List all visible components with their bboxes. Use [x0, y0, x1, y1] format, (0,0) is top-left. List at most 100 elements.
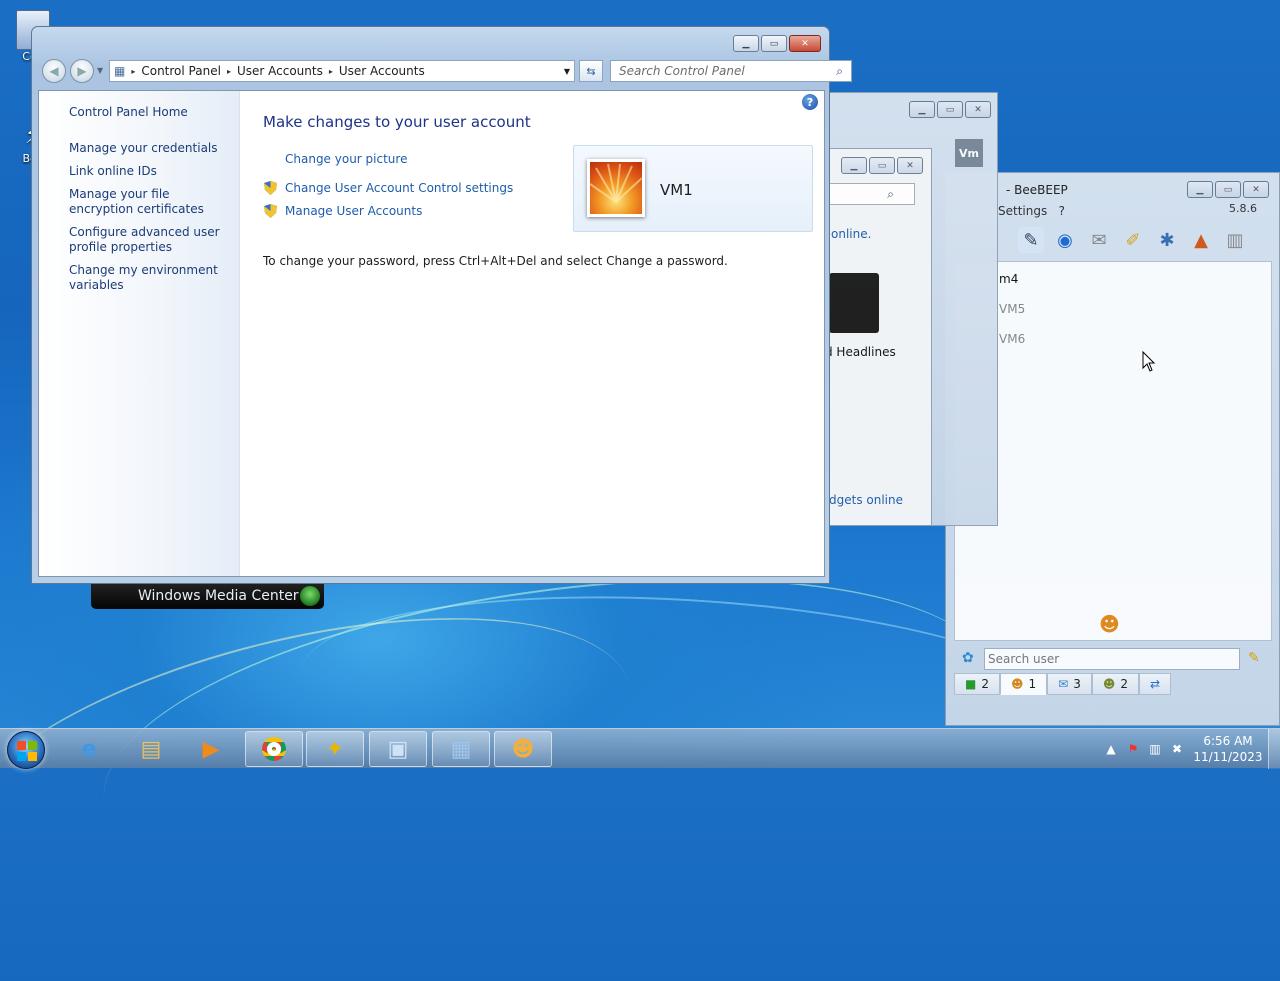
list-item[interactable]: VM6	[999, 332, 1025, 346]
minimize-button[interactable]: ▁	[909, 101, 935, 118]
network-icon[interactable]: ▥	[1144, 742, 1166, 756]
maximize-button[interactable]: ▭	[1215, 181, 1241, 198]
tab-count: 2	[981, 677, 989, 691]
refresh-button[interactable]: ⇆	[579, 60, 603, 82]
close-button[interactable]: ✕	[1243, 181, 1269, 198]
share-icon: ⇄	[1150, 677, 1161, 691]
link-online-ids-link[interactable]: Link online IDs	[69, 164, 234, 179]
groups-icon: ☻	[1102, 677, 1116, 691]
windows-logo-icon	[17, 741, 37, 761]
user-picture[interactable]	[587, 159, 645, 217]
minimize-button[interactable]: ▁	[733, 35, 759, 52]
gadgets-online-link[interactable]: dgets online	[829, 493, 903, 507]
taskbar-control-panel[interactable]: ▦	[432, 731, 490, 767]
control-panel-icon: ▦	[450, 736, 472, 762]
user-list: m4 VM5 VM6 ☻	[954, 261, 1272, 641]
clock[interactable]: 6:56 AM 11/11/2023	[1188, 733, 1268, 765]
edit-profile-icon[interactable]: ✎	[1018, 227, 1044, 253]
users-icon: ☻	[1010, 677, 1024, 691]
back-button[interactable]: ◀	[42, 59, 66, 83]
gadget-gallery-window: ▁ ▭ ✕ ⌕ online. d Headlines dgets online	[825, 148, 932, 526]
control-panel-icon: ▦	[114, 64, 126, 78]
clock-date: 11/11/2023	[1193, 750, 1263, 764]
address-bar[interactable]: ▦ ▸ Control Panel ▸ User Accounts ▸ User…	[109, 60, 575, 82]
advanced-profile-link[interactable]: Configure advanced user profile properti…	[69, 225, 234, 255]
version-label: 5.8.6	[1229, 202, 1257, 215]
tab-users[interactable]: ☻ 1	[999, 673, 1048, 695]
tab-share[interactable]: ⇄	[1139, 673, 1172, 695]
headlines-thumbnail	[829, 273, 879, 333]
main-pane: ? Make changes to your user account Chan…	[240, 91, 824, 576]
minimize-button[interactable]: ▁	[841, 157, 867, 174]
tools-icon[interactable]: ✱	[1154, 227, 1180, 253]
show-hidden-icons-icon[interactable]: ▲	[1100, 742, 1122, 756]
close-button[interactable]: ✕	[897, 157, 923, 174]
control-panel-home-link[interactable]: Control Panel Home	[69, 105, 234, 120]
control-panel-window: ▁ ▭ ✕ ◀ ▶ ▼ ▦ ▸ Control Panel ▸ User Acc…	[31, 26, 852, 584]
breadcrumb-item[interactable]: User Accounts	[339, 64, 425, 78]
taskbar-media-player[interactable]: ▶	[182, 731, 240, 767]
start-button[interactable]	[7, 731, 45, 769]
breadcrumb-item[interactable]: User Accounts	[237, 64, 323, 78]
maximize-button[interactable]: ▭	[937, 101, 963, 118]
gadget-search-input[interactable]: ⌕	[829, 183, 915, 205]
action-center-icon[interactable]: ⚑	[1122, 742, 1144, 756]
taskbar-chrome[interactable]	[245, 731, 303, 767]
uac-shield-icon	[264, 181, 277, 195]
help-icon[interactable]: ?	[802, 94, 818, 110]
search-input[interactable]: Search Control Panel ⌕	[610, 60, 852, 82]
manage-user-accounts-link[interactable]: Manage User Accounts	[285, 204, 422, 218]
chrome-icon	[262, 737, 286, 761]
online-link[interactable]: online.	[831, 227, 871, 241]
taskbar-explorer[interactable]: ▤	[122, 731, 180, 767]
share-box-icon[interactable]: ▲	[1188, 227, 1214, 253]
uac-settings-link[interactable]: Change User Account Control settings	[285, 181, 513, 195]
close-button[interactable]: ✕	[789, 35, 821, 52]
menu-settings[interactable]: Settings	[998, 204, 1047, 218]
network-icon[interactable]: ◉	[1052, 227, 1078, 253]
list-item[interactable]: m4	[999, 272, 1018, 286]
tab-groups[interactable]: ☻ 2	[1091, 673, 1139, 695]
clear-search-icon[interactable]: ✎	[1248, 650, 1260, 666]
headlines-label: d Headlines	[825, 345, 896, 359]
manage-credentials-link[interactable]: Manage your credentials	[69, 141, 234, 156]
taskbar-beebeep[interactable]: ✦	[306, 731, 364, 767]
change-picture-link[interactable]: Change your picture	[285, 152, 407, 166]
minimize-button[interactable]: ▁	[1187, 181, 1213, 198]
messages-icon: ✉	[1058, 677, 1069, 691]
taskbar-internet-explorer[interactable]: e	[60, 731, 118, 767]
tab-chats[interactable]: ■ 2	[954, 673, 1000, 695]
environment-variables-link[interactable]: Change my environment variables	[69, 263, 234, 293]
forward-button[interactable]: ▶	[70, 59, 94, 83]
breadcrumb-item[interactable]: Control Panel	[141, 64, 221, 78]
chevron-down-icon[interactable]: ▼	[564, 67, 570, 76]
volume-muted-icon[interactable]: ✖	[1166, 742, 1188, 756]
file-encryption-link[interactable]: Manage your file encryption certificates	[69, 187, 234, 217]
recent-pages-icon[interactable]: ▼	[97, 66, 103, 75]
close-button[interactable]: ✕	[965, 101, 991, 118]
media-player-icon: ▶	[202, 736, 220, 762]
maximize-button[interactable]: ▭	[869, 157, 895, 174]
trash-icon[interactable]: ▥	[1222, 227, 1248, 253]
status-icon[interactable]: ✿	[962, 650, 974, 666]
taskbar-remote-desktop[interactable]: ▣	[369, 731, 427, 767]
tab-messages[interactable]: ✉ 3	[1047, 673, 1092, 695]
monitor-icon: ▣	[387, 736, 409, 762]
tab-count: 1	[1028, 677, 1037, 691]
search-user-input[interactable]: Search user	[984, 648, 1240, 670]
note-icon[interactable]: ✐	[1120, 227, 1146, 253]
list-item[interactable]: VM5	[999, 302, 1025, 316]
internet-explorer-icon: e	[81, 736, 97, 762]
chat-icon: ■	[965, 677, 977, 691]
maximize-button[interactable]: ▭	[761, 35, 787, 52]
breadcrumb-separator: ▸	[131, 66, 136, 76]
media-center-gadget[interactable]: Windows Media Center	[91, 583, 324, 609]
taskbar-user-accounts[interactable]: ☻	[494, 731, 552, 767]
show-desktop-button[interactable]	[1268, 729, 1280, 769]
tab-count: 2	[1120, 677, 1128, 691]
search-icon: ⌕	[836, 63, 843, 78]
folder-icon: ▤	[140, 736, 162, 762]
menu-help[interactable]: ?	[1059, 204, 1065, 218]
uac-shield-icon	[264, 204, 277, 218]
mail-icon[interactable]: ✉	[1086, 227, 1112, 253]
